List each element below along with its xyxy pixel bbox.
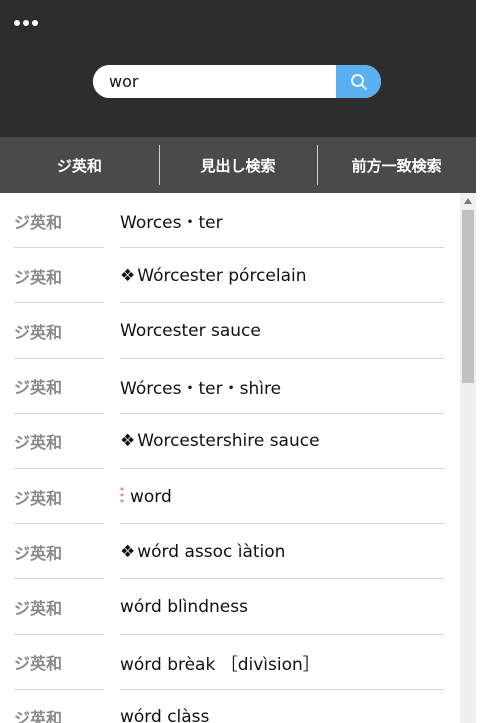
tab-headword-search[interactable]: 見出し検索 [158, 137, 318, 193]
result-word: Worcester sauce [120, 320, 261, 341]
diamond-mark-icon: ❖ [120, 541, 136, 562]
result-row[interactable]: ジ英和 wórd blìndness [0, 579, 460, 635]
search-mode-tabs: ジ英和 見出し検索 前方一致検索 [0, 137, 476, 193]
scrollbar-thumb[interactable] [462, 210, 474, 383]
result-row[interactable]: ジ英和 Wórces・ter・shìre [0, 359, 460, 414]
app-header [0, 0, 476, 137]
result-source: ジ英和 [14, 709, 63, 723]
result-row[interactable]: ジ英和 ❖ Worcestershire sauce [0, 414, 460, 469]
search-bar [93, 65, 381, 98]
result-word: wórd assoc ìàtion [137, 541, 286, 562]
result-word: Wórces・ter・shìre [120, 378, 282, 399]
scroll-up-arrow-icon[interactable] [460, 193, 476, 209]
result-source: ジ英和 [14, 378, 63, 398]
result-source: ジ英和 [14, 598, 63, 618]
result-word-wrap: * * * word [120, 469, 172, 524]
result-word: Wórcester pórcelain [137, 265, 307, 286]
result-row[interactable]: ジ英和 Worcester sauce [0, 303, 460, 359]
result-row[interactable]: ジ英和 wórd brèak ［divìsion］ [0, 635, 460, 690]
scrollbar[interactable] [460, 193, 476, 723]
result-word: word [130, 486, 172, 507]
result-word-wrap: ❖ wórd assoc ìàtion [120, 524, 285, 579]
search-button[interactable] [336, 65, 381, 98]
tab-dictionary[interactable]: ジ英和 [0, 137, 159, 193]
result-word-wrap: ❖ Worcestershire sauce [120, 414, 320, 469]
result-word: wórd blìndness [120, 596, 248, 617]
more-menu-icon[interactable] [14, 18, 38, 28]
result-word: Worces・ter [120, 213, 223, 234]
result-list: ジ英和 Worces・ter ジ英和 ❖ Wórcester pórcelain … [0, 193, 460, 723]
result-row[interactable]: ジ英和 ❖ wórd assoc ìàtion [0, 524, 460, 580]
importance-stars-icon: * * * [120, 485, 124, 507]
search-input[interactable] [93, 65, 336, 98]
result-word: Worcestershire sauce [137, 431, 320, 452]
diamond-mark-icon: ❖ [120, 265, 136, 286]
result-word: wórd clàss [120, 707, 210, 723]
result-source: ジ英和 [14, 212, 63, 232]
result-source: ジ英和 [14, 267, 63, 287]
result-row[interactable]: ジ英和 wórd clàss [0, 690, 460, 723]
result-row[interactable]: ジ英和 ❖ Wórcester pórcelain [0, 248, 460, 304]
tab-prefix-search[interactable]: 前方一致検索 [317, 137, 476, 193]
result-source: ジ英和 [14, 543, 63, 563]
result-word: wórd brèak ［divìsion］ [120, 654, 320, 675]
diamond-mark-icon: ❖ [120, 431, 136, 452]
search-icon [350, 73, 367, 90]
result-row[interactable]: ジ英和 * * * word [0, 469, 460, 525]
result-source: ジ英和 [14, 322, 63, 342]
result-source: ジ英和 [14, 654, 63, 674]
result-source: ジ英和 [14, 433, 63, 453]
result-word-wrap: ❖ Wórcester pórcelain [120, 248, 307, 303]
result-source: ジ英和 [14, 488, 63, 508]
result-row[interactable]: ジ英和 Worces・ter [0, 193, 460, 249]
